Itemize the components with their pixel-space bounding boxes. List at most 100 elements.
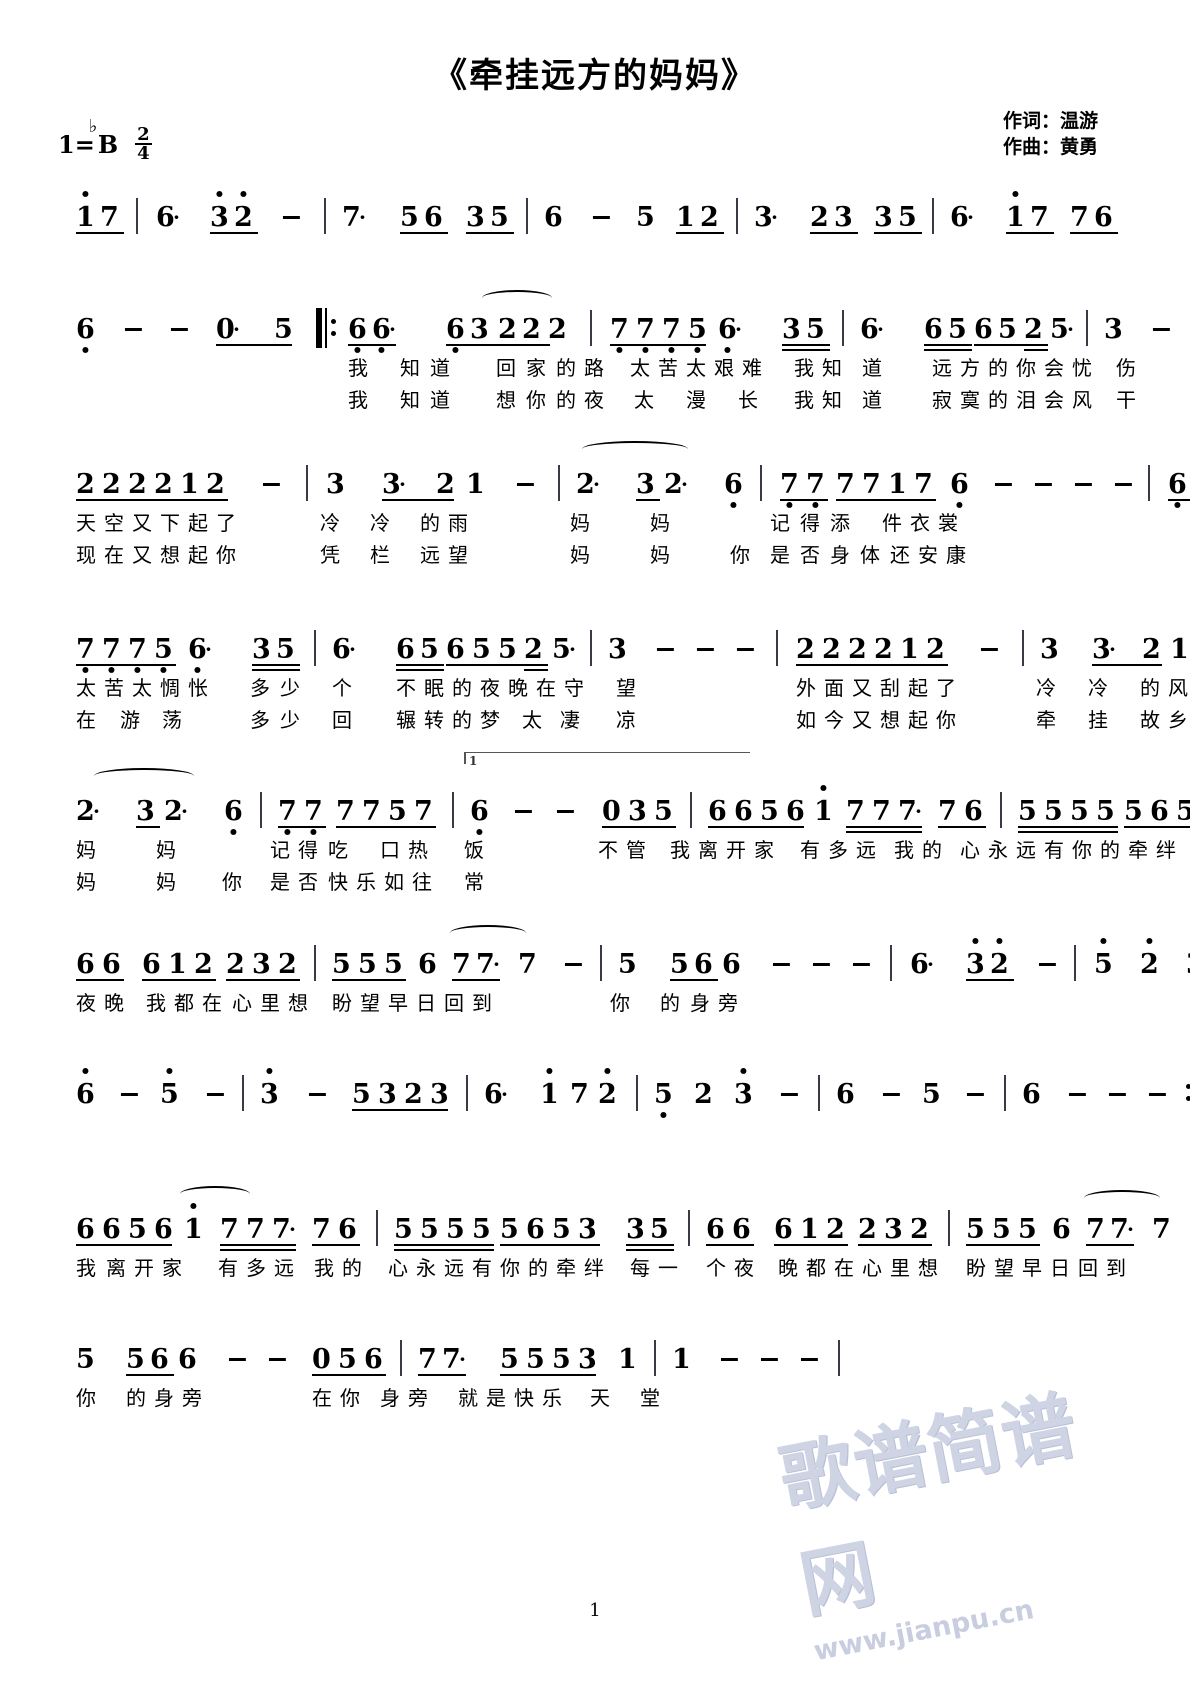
lyric-syllable: 妈: [156, 870, 176, 894]
note-2: 2: [822, 634, 841, 665]
note-3: 3: [578, 1344, 597, 1375]
lyric-syllable: 知: [400, 356, 420, 380]
lyric-syllable: 口: [380, 838, 400, 862]
bar-line: [1022, 630, 1024, 666]
beam-line: [220, 1249, 296, 1251]
lyric-syllable: 道: [862, 356, 882, 380]
lyric-syllable: 有: [472, 1256, 492, 1280]
note-2: 2: [874, 634, 948, 666]
lyricist-credit: 作词：温游: [1002, 110, 1098, 132]
lyric-syllable: 远: [444, 1256, 464, 1280]
lyric-syllable: 我: [670, 838, 690, 862]
note-5: 5: [806, 314, 825, 345]
lyric-syllable: 我: [348, 388, 368, 412]
note-5: 5: [394, 1214, 494, 1251]
note-row: 66612232555677·7−5566−−−6·32−523−: [70, 925, 1190, 987]
lyric-syllable: 伤: [1116, 356, 1136, 380]
lyric-syllable: 到: [472, 991, 492, 1015]
lyric-syllable: 忧: [1072, 356, 1092, 380]
lyric-syllable: 道: [430, 388, 450, 412]
note-7: 7: [220, 1214, 296, 1251]
note-6: 6: [348, 314, 396, 346]
lyric-syllable: 远: [856, 838, 876, 862]
lyric-syllable: 回: [496, 356, 516, 380]
lyric-syllable: 多: [828, 838, 848, 862]
lyric-syllable: 起: [908, 676, 928, 700]
note-7: 7: [128, 634, 147, 665]
lyric-syllable: 记: [770, 511, 790, 535]
lyric-syllable: 路: [584, 356, 604, 380]
augmentation-dot: ·: [1109, 637, 1116, 661]
note-6: 6: [1168, 469, 1190, 501]
note-7: 7: [1086, 1214, 1134, 1246]
note-5: 5: [332, 949, 406, 981]
lyric-syllable: 安: [918, 543, 938, 567]
note-2: 2: [826, 1214, 845, 1245]
lyric-syllable: 想: [496, 388, 516, 412]
music-system-2: 6−−0·566·6322277756·356·656525·3−−− 我知道回…: [70, 290, 1173, 416]
lyric-syllable: 永: [988, 838, 1008, 862]
bar-line: [1004, 1075, 1006, 1111]
note-3: 3: [378, 1079, 397, 1110]
note-5: 5: [670, 949, 718, 981]
note-2: 2: [436, 469, 455, 500]
bar-line: [1148, 465, 1150, 501]
augmentation-dot: ·: [349, 637, 356, 661]
lyric-syllable: 少: [280, 676, 300, 700]
lyric-row-verse1: 你的身旁在你身旁就是快乐天堂: [70, 1382, 1120, 1414]
note-6: 6: [396, 634, 444, 671]
note-3: 3 ·: [1092, 634, 1162, 666]
note-5: 5: [1124, 796, 1190, 828]
key-letter-wrap: ♭ B: [89, 116, 118, 159]
note-7: 7: [636, 314, 655, 345]
lyric-syllable: 晚: [104, 991, 124, 1015]
note-5: 5: [998, 314, 1017, 345]
lyric-syllable: 你: [1016, 356, 1036, 380]
volta-bracket-1: 1: [464, 752, 750, 768]
lyric-syllable: 添: [830, 511, 850, 535]
duration-dash: −: [850, 949, 873, 980]
slur-arc: [1084, 1190, 1160, 1206]
lyric-syllable: 我: [348, 356, 368, 380]
music-system-4: 77756·356·6565525·3−−−222212−33·21− 太苦太惆…: [70, 620, 1189, 736]
lyric-syllable: 到: [1106, 1256, 1126, 1280]
lyric-syllable: 天: [76, 511, 96, 535]
bar-line: [324, 198, 326, 234]
lyric-syllable: 每: [630, 1256, 650, 1280]
lyric-syllable: 守: [564, 676, 584, 700]
note-3: 3: [1186, 949, 1190, 980]
note-1: 1: [1006, 202, 1054, 234]
lyric-syllable: 家: [526, 356, 546, 380]
note-5: 5: [1176, 796, 1190, 827]
note-2: 2: [1142, 634, 1161, 665]
note-5: 5: [472, 634, 491, 665]
note-6: 6·: [910, 949, 934, 980]
bar-line: [314, 630, 316, 666]
note-6: 6: [734, 796, 753, 827]
lyric-syllable: 乡: [1168, 708, 1188, 732]
note-2: 2: [694, 1079, 713, 1110]
lyric-syllable: 少: [280, 708, 300, 732]
lyric-syllable: 雨: [448, 511, 468, 535]
note-5: 5: [1018, 796, 1118, 833]
note-2: 2: [598, 1079, 617, 1110]
lyric-syllable: 如: [796, 708, 816, 732]
note-5: 5 ·: [552, 634, 576, 665]
lyric-syllable: 的: [452, 676, 472, 700]
lyric-syllable: 绊: [584, 1256, 604, 1280]
lyric-row-verse1: 我知道回家的路太苦太艰难我知道远方的你会忧伤: [70, 352, 1136, 384]
lyric-syllable: 的: [528, 1256, 548, 1280]
duration-dash: −: [1066, 1079, 1089, 1110]
lyric-syllable: 道: [430, 356, 450, 380]
lyric-syllable: 吃: [328, 838, 348, 862]
lyric-syllable: 你: [222, 870, 242, 894]
lyric-syllable: 太: [630, 356, 650, 380]
lyric-syllable: 太: [132, 676, 152, 700]
note-row: 6−5−3−53236·172523−6−5−6−−−2000035: [70, 1065, 1190, 1117]
lyric-row-verse1: 妈妈记得吃口热饭不管我离开家有多远我的心永远有你的牵绊每个: [70, 834, 1176, 866]
lyric-row-verse1: 太苦太惆怅多少个不眠的夜晚在守望外面又刮起了冷冷的风: [70, 672, 1188, 704]
lyric-syllable: 盼: [332, 991, 352, 1015]
note-5: 5: [654, 1079, 673, 1110]
lyric-row-verse2: 妈 妈 你 是否快乐如往 常: [70, 866, 1120, 898]
bar-line: [890, 945, 892, 981]
